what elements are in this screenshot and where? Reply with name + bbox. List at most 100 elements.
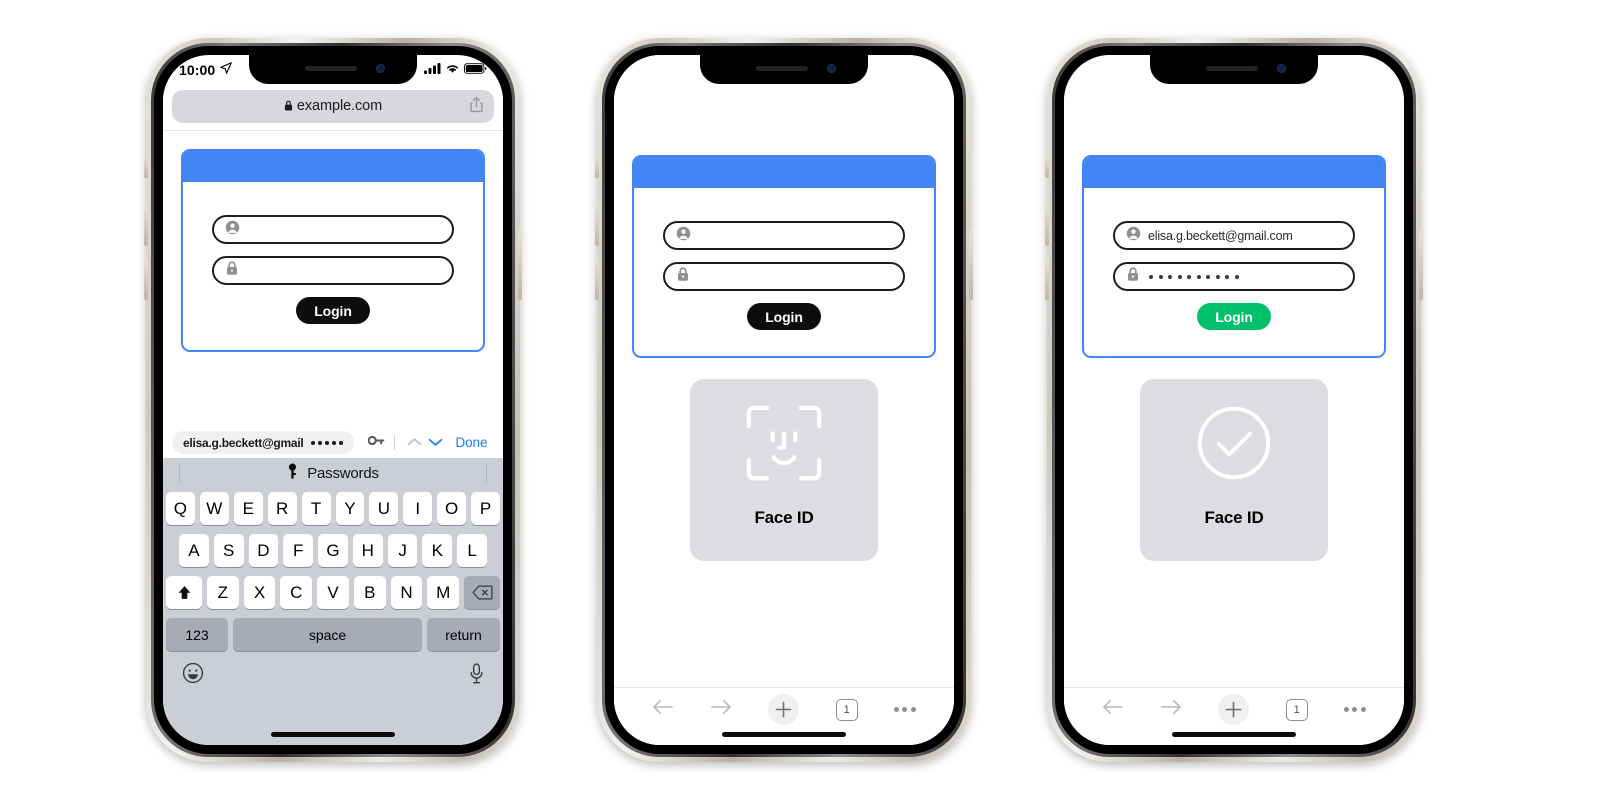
earpiece-speaker <box>304 66 357 71</box>
tab-count-button[interactable]: 1 <box>835 698 858 721</box>
status-bar-left: 10:00 <box>179 61 233 79</box>
home-indicator-1[interactable] <box>271 732 395 737</box>
key-s[interactable]: S <box>213 534 244 567</box>
dot <box>902 707 908 712</box>
key-u[interactable]: U <box>369 492 399 525</box>
volume-up-button[interactable] <box>1045 204 1049 246</box>
key-w[interactable]: W <box>199 492 229 525</box>
key-o[interactable]: O <box>437 492 467 525</box>
chevron-up-icon[interactable] <box>407 434 422 452</box>
key-d[interactable]: D <box>248 534 279 567</box>
power-button[interactable] <box>969 230 973 300</box>
key-c[interactable]: C <box>280 576 313 609</box>
more-dots-icon[interactable] <box>893 707 916 712</box>
status-time: 10:00 <box>179 62 216 78</box>
shift-key[interactable] <box>166 576 202 609</box>
key-x[interactable]: X <box>243 576 276 609</box>
earpiece-speaker <box>755 66 808 71</box>
plus-icon[interactable] <box>1218 694 1250 725</box>
phone-3-screen: elisa.g.beckett@gmail.com Login Face ID … <box>1064 55 1404 745</box>
key-j[interactable]: J <box>387 534 418 567</box>
password-field-3[interactable] <box>1113 262 1355 291</box>
key-z[interactable]: Z <box>207 576 239 609</box>
share-icon[interactable] <box>469 96 484 118</box>
keyboard-bottom-row <box>166 660 500 689</box>
faceid-label-3: Face ID <box>1204 508 1264 527</box>
volume-down-button[interactable] <box>144 258 148 300</box>
arrow-back-icon[interactable] <box>1102 698 1124 721</box>
password-field-1[interactable] <box>212 256 454 285</box>
key-g[interactable]: G <box>318 534 348 567</box>
autofill-credential-chip[interactable]: elisa.g.beckett@gmail <box>172 431 354 454</box>
key-e[interactable]: E <box>233 492 263 525</box>
password-field-2[interactable] <box>663 262 905 291</box>
emoji-smiley-icon[interactable] <box>182 662 204 689</box>
key-y[interactable]: Y <box>335 492 365 525</box>
chevron-down-icon[interactable] <box>428 434 443 452</box>
arrow-forward-icon[interactable] <box>1160 698 1182 721</box>
keyboard-row-3-letters: ZXCVBNM <box>207 576 460 609</box>
key-f[interactable]: F <box>283 534 314 567</box>
more-dots-icon[interactable] <box>1343 707 1366 712</box>
autofill-password-dot <box>338 440 343 445</box>
power-button[interactable] <box>518 230 522 300</box>
key-r[interactable]: R <box>267 492 297 525</box>
location-arrow-icon <box>220 61 233 79</box>
username-field-2[interactable] <box>663 221 905 250</box>
tab-count-button[interactable]: 1 <box>1285 698 1308 721</box>
card-header-bar <box>1084 157 1384 188</box>
arrow-back-icon[interactable] <box>652 698 674 721</box>
mute-switch[interactable] <box>144 156 148 178</box>
key-t[interactable]: T <box>301 492 331 525</box>
lock-icon <box>284 99 293 115</box>
login-button-3[interactable]: Login <box>1197 303 1271 330</box>
volume-up-button[interactable] <box>144 204 148 246</box>
key-q[interactable]: Q <box>165 492 195 525</box>
predictive-separator-left <box>179 464 180 483</box>
key-i[interactable]: I <box>403 492 433 525</box>
microphone-icon[interactable] <box>469 662 484 689</box>
power-button[interactable] <box>1419 230 1423 300</box>
numbers-key[interactable]: 123 <box>166 618 228 651</box>
url-bar[interactable]: example.com <box>172 90 494 123</box>
plus-icon[interactable] <box>768 694 800 725</box>
home-indicator-3[interactable] <box>1172 732 1296 737</box>
arrow-forward-icon[interactable] <box>710 698 732 721</box>
key-p[interactable]: P <box>471 492 501 525</box>
password-dot <box>1158 274 1163 279</box>
key-h[interactable]: H <box>352 534 383 567</box>
home-indicator-2[interactable] <box>722 732 846 737</box>
login-button-2[interactable]: Login <box>747 303 821 330</box>
login-button-1[interactable]: Login <box>296 297 370 324</box>
volume-up-button[interactable] <box>595 204 599 246</box>
key-m[interactable]: M <box>427 576 460 609</box>
safari-url-bar-container: example.com <box>163 85 503 131</box>
passwords-label: Passwords <box>307 464 379 482</box>
space-key[interactable]: space <box>233 618 422 651</box>
mute-switch[interactable] <box>1045 156 1049 178</box>
notch <box>700 55 868 84</box>
volume-down-button[interactable] <box>595 258 599 300</box>
login-button-label: Login <box>765 308 803 325</box>
autofill-done-button[interactable]: Done <box>456 435 488 450</box>
mute-switch[interactable] <box>595 156 599 178</box>
url-host: example.com <box>296 98 383 114</box>
volume-down-button[interactable] <box>1045 258 1049 300</box>
key-a[interactable]: A <box>178 534 209 567</box>
backspace-key[interactable] <box>464 576 500 609</box>
key-k[interactable]: K <box>422 534 453 567</box>
return-key[interactable]: return <box>427 618 500 651</box>
earpiece-speaker <box>1205 66 1258 71</box>
key-v[interactable]: V <box>317 576 349 609</box>
keyboard-row-2: ASDFGHJKL <box>166 534 500 567</box>
phone-1-screen: 10:00 example.com Login elisa.g.beckett@… <box>163 55 503 745</box>
key-b[interactable]: B <box>353 576 386 609</box>
key-n[interactable]: N <box>390 576 423 609</box>
faceid-panel-3: Face ID <box>1140 379 1328 561</box>
username-field-1[interactable] <box>212 215 454 244</box>
username-field-3[interactable]: elisa.g.beckett@gmail.com <box>1113 221 1355 250</box>
notch <box>1150 55 1318 84</box>
passwords-suggestion[interactable]: Passwords <box>287 463 379 484</box>
key-icon[interactable] <box>367 434 385 452</box>
key-l[interactable]: L <box>457 534 488 567</box>
